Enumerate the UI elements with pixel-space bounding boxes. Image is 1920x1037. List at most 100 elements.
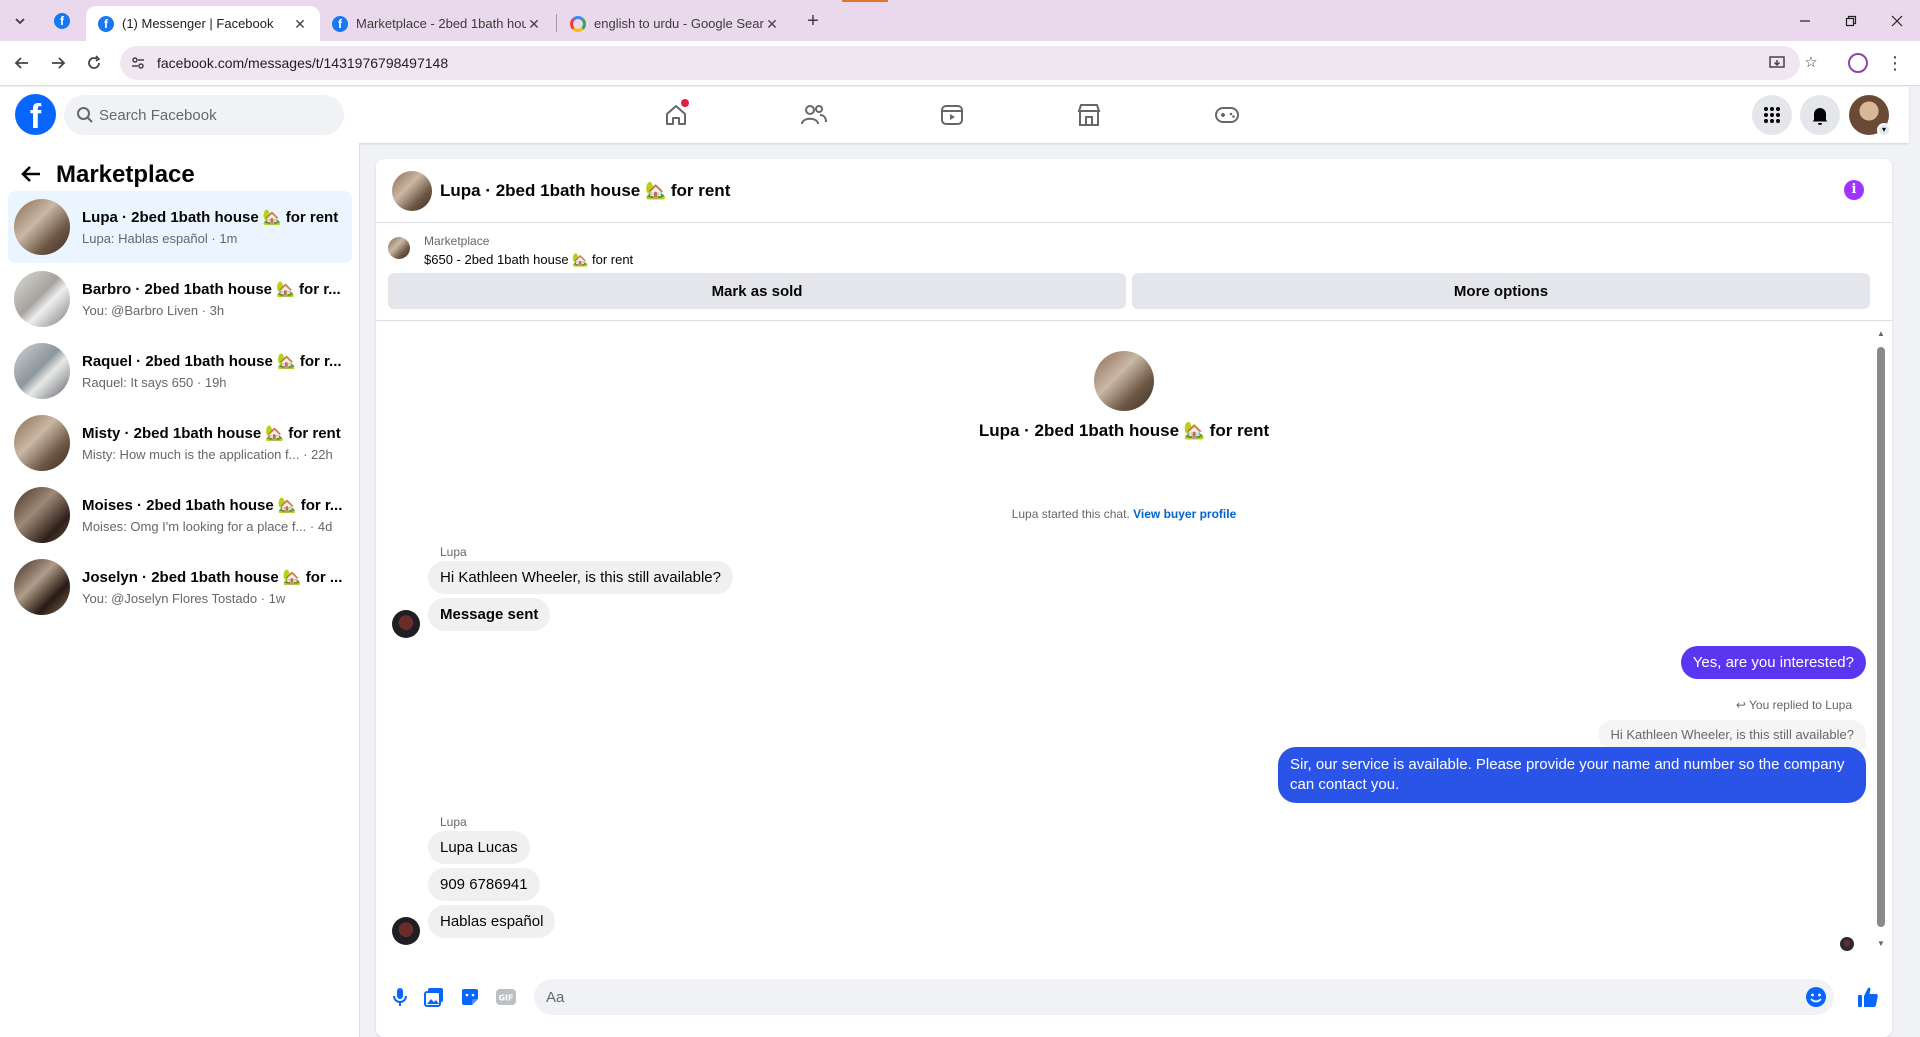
- reload-button[interactable]: [80, 49, 108, 77]
- conversation-preview: Lupa: Hablas español · 1m: [82, 231, 238, 246]
- search-input[interactable]: [99, 95, 334, 135]
- address-bar[interactable]: facebook.com/messages/t/1431976798497148…: [120, 46, 1818, 80]
- facebook-logo-icon[interactable]: f: [15, 94, 56, 135]
- nav-gaming[interactable]: [1207, 95, 1247, 135]
- view-buyer-profile-link[interactable]: View buyer profile: [1133, 507, 1236, 521]
- facebook-icon: f: [98, 15, 114, 32]
- gif-icon[interactable]: GIF: [494, 985, 518, 1009]
- restore-button[interactable]: [1828, 0, 1874, 41]
- listing-title[interactable]: $650 - 2bed 1bath house 🏡 for rent: [424, 252, 633, 268]
- gaming-icon: [1215, 107, 1239, 123]
- sidebar-title: Marketplace: [56, 161, 195, 188]
- emoji-icon[interactable]: [1804, 985, 1828, 1009]
- svg-text:GIF: GIF: [498, 994, 513, 1003]
- tab-messenger[interactable]: f (1) Messenger | Facebook ✕: [86, 6, 320, 41]
- conversation-name: Misty · 2bed 1bath house 🏡 for rent: [82, 425, 341, 442]
- back-button[interactable]: [8, 49, 36, 77]
- browser-menu-icon[interactable]: ⋮: [1886, 51, 1904, 75]
- scroll-down-icon[interactable]: ▼: [1876, 939, 1886, 949]
- close-window-button[interactable]: [1874, 0, 1920, 41]
- thread-scrollbar[interactable]: ▲ ▼: [1876, 329, 1886, 949]
- install-app-icon[interactable]: [1768, 54, 1786, 72]
- account-avatar[interactable]: ▾: [1849, 95, 1891, 137]
- conversation-name: Moises · 2bed 1bath house 🏡 for r...: [82, 497, 343, 514]
- back-arrow-icon[interactable]: [20, 163, 44, 187]
- conversation-item[interactable]: Raquel · 2bed 1bath house 🏡 for r... Raq…: [8, 335, 352, 407]
- minimize-button[interactable]: [1782, 0, 1828, 41]
- conversation-avatar: [14, 415, 70, 471]
- apps-grid-icon: [1764, 107, 1780, 123]
- started-text: Lupa started this chat.: [1011, 507, 1130, 521]
- outgoing-message: Sir, our service is available. Please pr…: [1278, 747, 1866, 803]
- close-tab-icon[interactable]: ✕: [764, 16, 780, 32]
- nav-marketplace[interactable]: [1069, 95, 1109, 135]
- conversation-preview: You: @Barbro Liven · 3h: [82, 303, 225, 318]
- microphone-icon[interactable]: [388, 985, 412, 1009]
- menu-button[interactable]: [1752, 95, 1792, 135]
- conversation-preview: Moises: Omg I'm looking for a place f...…: [82, 519, 333, 534]
- conversation-item[interactable]: Joselyn · 2bed 1bath house 🏡 for ... You…: [8, 551, 352, 623]
- bell-icon: [1812, 108, 1828, 125]
- browser-profile-icon[interactable]: [1848, 53, 1868, 73]
- message-input-wrapper[interactable]: [534, 979, 1834, 1015]
- replied-note: ↩ You replied to Lupa: [1736, 698, 1852, 712]
- chat-avatar[interactable]: [392, 171, 432, 211]
- notifications-button[interactable]: [1800, 95, 1840, 135]
- sticker-icon[interactable]: [458, 985, 482, 1009]
- conversation-item[interactable]: Barbro · 2bed 1bath house 🏡 for r... You…: [8, 263, 352, 335]
- forward-button[interactable]: [44, 49, 72, 77]
- message-input[interactable]: [546, 979, 1786, 1015]
- conversation-avatar: [14, 559, 70, 615]
- conversation-name: Lupa · 2bed 1bath house 🏡 for rent: [82, 209, 339, 226]
- more-options-button[interactable]: More options: [1132, 273, 1870, 309]
- nav-home[interactable]: [656, 95, 696, 135]
- scroll-thumb[interactable]: [1877, 347, 1885, 927]
- tab-separator: [556, 14, 557, 32]
- conversation-item[interactable]: Lupa · 2bed 1bath house 🏡 for rent Lupa:…: [8, 191, 352, 263]
- conversation-item[interactable]: Misty · 2bed 1bath house 🏡 for rent Mist…: [8, 407, 352, 479]
- conversation-name: Joselyn · 2bed 1bath house 🏡 for ...: [82, 569, 343, 586]
- message-thread: Lupa · 2bed 1bath house 🏡 for rent Lupa …: [376, 321, 1892, 961]
- info-icon[interactable]: i: [1844, 180, 1864, 200]
- conversation-avatar: [14, 199, 70, 255]
- facebook-icon: f: [332, 15, 348, 32]
- incoming-message: Lupa Lucas: [428, 831, 530, 864]
- quoted-message: Hi Kathleen Wheeler, is this still avail…: [1598, 720, 1866, 749]
- photo-icon[interactable]: [422, 985, 446, 1009]
- close-tab-icon[interactable]: ✕: [526, 16, 542, 32]
- intro-avatar: [1094, 351, 1154, 411]
- chat-panel: Lupa · 2bed 1bath house 🏡 for rent i Mar…: [376, 159, 1892, 1037]
- pinned-facebook-tab[interactable]: f: [44, 7, 80, 35]
- chat-header: Lupa · 2bed 1bath house 🏡 for rent i: [376, 159, 1892, 223]
- like-thumbs-up-icon[interactable]: [1856, 985, 1880, 1009]
- tab-title: english to urdu - Google Search: [594, 16, 764, 31]
- mark-as-sold-button[interactable]: Mark as sold: [388, 273, 1126, 309]
- new-tab-button[interactable]: +: [800, 9, 826, 35]
- incoming-message: Message sent: [428, 598, 551, 631]
- tab-marketplace[interactable]: f Marketplace - 2bed 1bath hous ✕: [320, 6, 554, 41]
- bookmark-star-icon[interactable]: ☆: [1802, 54, 1820, 72]
- marketplace-icon: [1077, 104, 1101, 126]
- nav-friends[interactable]: [794, 95, 834, 135]
- reply-arrow-icon: ↩: [1735, 698, 1750, 712]
- browser-toolbar: facebook.com/messages/t/1431976798497148…: [0, 41, 1920, 86]
- friends-icon: [801, 105, 827, 125]
- chevron-down-icon: ▾: [1877, 123, 1891, 137]
- facebook-icon: f: [54, 13, 70, 29]
- nav-video[interactable]: [932, 95, 972, 135]
- seen-indicator-avatar: [1840, 937, 1854, 951]
- conversation-item[interactable]: Moises · 2bed 1bath house 🏡 for r... Moi…: [8, 479, 352, 551]
- sender-name: Lupa: [440, 815, 467, 829]
- site-info-icon[interactable]: [130, 55, 146, 71]
- facebook-search[interactable]: [64, 95, 344, 135]
- marketplace-sidebar: Marketplace Lupa · 2bed 1bath house 🏡 fo…: [0, 143, 360, 1037]
- scroll-up-icon[interactable]: ▲: [1876, 329, 1886, 339]
- chat-title[interactable]: Lupa · 2bed 1bath house 🏡 for rent: [440, 181, 730, 201]
- close-tab-icon[interactable]: ✕: [292, 16, 308, 32]
- listing-thumbnail[interactable]: [388, 237, 410, 259]
- tab-title: (1) Messenger | Facebook: [122, 16, 274, 31]
- tab-indicator: [842, 0, 888, 2]
- tab-search-chevron-icon[interactable]: [8, 9, 32, 33]
- notification-dot: [681, 99, 689, 107]
- tab-google-search[interactable]: english to urdu - Google Search ✕: [558, 6, 792, 41]
